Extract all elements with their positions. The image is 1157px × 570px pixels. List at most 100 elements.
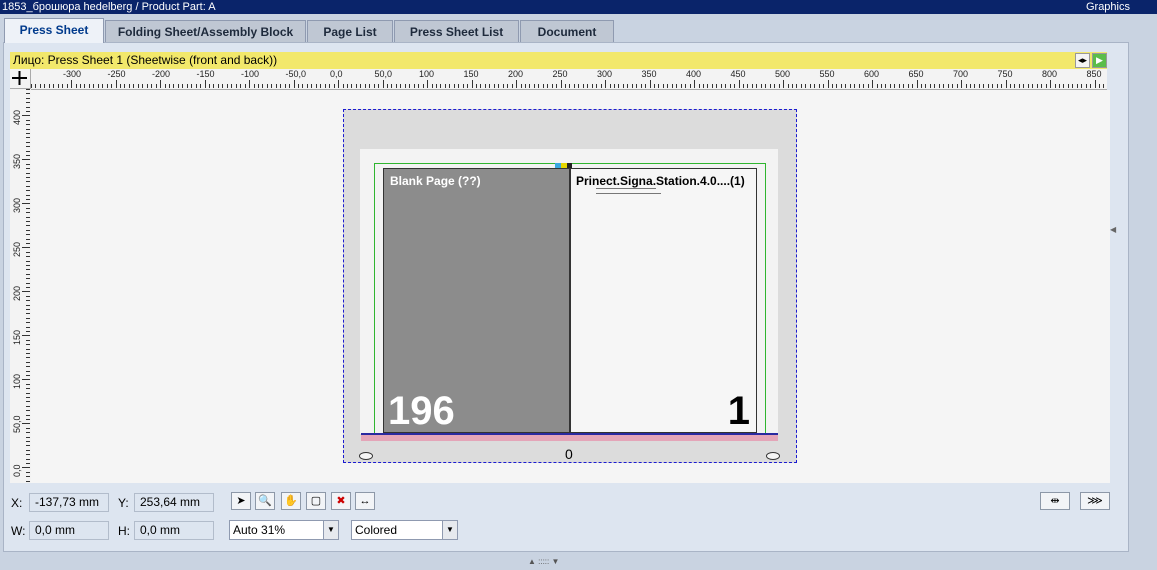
zoom-level-select[interactable]: Auto 31% ▼: [229, 520, 339, 540]
ruler-tick: [889, 84, 891, 88]
ruler-tick: [53, 84, 55, 88]
ruler-tick: [26, 414, 30, 416]
ruler-tick: [26, 124, 30, 126]
w-label: W:: [11, 524, 26, 538]
ruler-tick: [694, 80, 696, 88]
tab-page-list[interactable]: Page List: [307, 20, 393, 42]
ruler-tick: [1032, 84, 1034, 88]
next-sheet-icon[interactable]: ▶: [1092, 53, 1107, 68]
chevron-down-icon[interactable]: ▼: [323, 521, 338, 539]
ruler-tick: [26, 106, 30, 108]
chevron-down-icon[interactable]: ▼: [442, 521, 457, 539]
ruler-tick: [422, 84, 424, 88]
ruler-tick-label: 200: [12, 285, 22, 301]
flip-sheet-icon[interactable]: ◂▸: [1075, 53, 1090, 68]
sheet-options-icon[interactable]: ⋙: [1080, 492, 1110, 510]
ruler-tick: [489, 84, 491, 88]
tab-press-sheet-list[interactable]: Press Sheet List: [394, 20, 519, 42]
ruler-tick: [26, 89, 30, 90]
ruler-tick: [26, 146, 30, 148]
panel-splitter[interactable]: ▲ ::::: ▼: [0, 556, 1157, 570]
ruler-tick: [311, 84, 313, 88]
ruler-tick-label: 150: [12, 329, 22, 345]
ruler-tick: [26, 449, 30, 451]
ruler-tick: [716, 84, 718, 88]
ruler-tick: [266, 84, 268, 88]
ruler-tick-label: 250: [552, 69, 568, 79]
ruler-tick: [1099, 84, 1100, 88]
color-mode-select[interactable]: Colored ▼: [351, 520, 458, 540]
ruler-tick: [992, 84, 994, 88]
page-right-text-line: [596, 188, 656, 189]
y-coordinate-field[interactable]: 253,64 mm: [134, 493, 214, 512]
ruler-tick: [26, 251, 30, 253]
ruler-tick: [351, 84, 353, 88]
ruler-tick: [26, 476, 30, 478]
tab-press-sheet[interactable]: Press Sheet: [4, 18, 104, 43]
ruler-tick: [596, 84, 598, 88]
ruler-tick: [369, 84, 371, 88]
ruler-tick: [26, 243, 30, 244]
ruler-tick: [75, 84, 77, 88]
width-field[interactable]: 0,0 mm: [29, 521, 109, 540]
ruler-tick: [800, 84, 802, 88]
ruler-tick: [26, 287, 30, 288]
ruler-tick: [62, 84, 64, 88]
tab-folding-sheet-assembly-block[interactable]: Folding Sheet/Assembly Block: [105, 20, 306, 42]
height-field[interactable]: 0,0 mm: [134, 521, 214, 540]
ruler-tick: [435, 84, 437, 88]
hand-tool-icon[interactable]: ✋: [281, 492, 301, 510]
select-tool-icon[interactable]: ➤: [231, 492, 251, 510]
ruler-tick: [725, 84, 727, 88]
ruler-tick-label: 500: [775, 69, 791, 79]
collapse-right-icon[interactable]: ◀: [1110, 225, 1116, 234]
ruler-tick: [26, 304, 30, 306]
x-coordinate-field[interactable]: -137,73 mm: [29, 493, 109, 512]
zoom-tool-icon[interactable]: 🔍: [255, 492, 275, 510]
page-right[interactable]: Prinect.Signa.Station.4.0....(1) 1: [570, 168, 757, 433]
tab-document[interactable]: Document: [520, 20, 614, 42]
ruler-tick: [102, 84, 104, 88]
ruler-tick: [26, 190, 30, 192]
ruler-tick: [484, 84, 486, 88]
ruler-tick: [720, 84, 722, 88]
ruler-tick: [26, 397, 30, 398]
ruler-tick: [929, 84, 931, 88]
ruler-tick: [115, 80, 117, 88]
ruler-tick: [1036, 84, 1038, 88]
ruler-tick: [783, 80, 785, 88]
delete-mark-icon[interactable]: ✖: [331, 492, 351, 510]
ruler-tick: [654, 84, 655, 88]
ruler-origin-icon[interactable]: [10, 69, 31, 89]
ruler-tick-label: 850: [1086, 69, 1102, 79]
ruler-tick: [974, 84, 976, 88]
page-left[interactable]: Blank Page (??) 196: [383, 168, 570, 433]
frame-tool-icon[interactable]: ▢: [306, 492, 326, 510]
fit-width-icon[interactable]: ⇹: [1040, 492, 1070, 510]
ruler-tick: [444, 84, 446, 88]
ruler-tick: [858, 84, 860, 88]
ruler-tick: [898, 84, 900, 88]
ruler-tick: [925, 84, 927, 88]
ruler-tick: [142, 84, 144, 88]
ruler-tick-label: 300: [597, 69, 613, 79]
ruler-tick-label: -200: [152, 69, 171, 79]
ruler-tick: [217, 84, 219, 88]
ruler-tick: [729, 84, 731, 88]
ruler-tick: [182, 84, 184, 88]
ruler-tick: [26, 234, 30, 236]
ruler-tick: [938, 84, 940, 88]
ruler-tick: [538, 84, 540, 88]
ruler-tick: [569, 84, 571, 88]
ruler-tick: [373, 84, 375, 88]
distance-tool-icon[interactable]: ↔: [355, 492, 375, 510]
ruler-tick: [791, 84, 793, 88]
ruler-tick: [582, 84, 584, 88]
ruler-tick: [26, 322, 30, 324]
ruler-tick: [1090, 84, 1092, 88]
splitter-handle-icon[interactable]: ▲ ::::: ▼: [528, 557, 559, 566]
ruler-tick: [907, 84, 909, 88]
ruler-tick: [480, 84, 482, 88]
ruler-tick: [22, 467, 30, 469]
ruler-tick: [26, 181, 30, 183]
